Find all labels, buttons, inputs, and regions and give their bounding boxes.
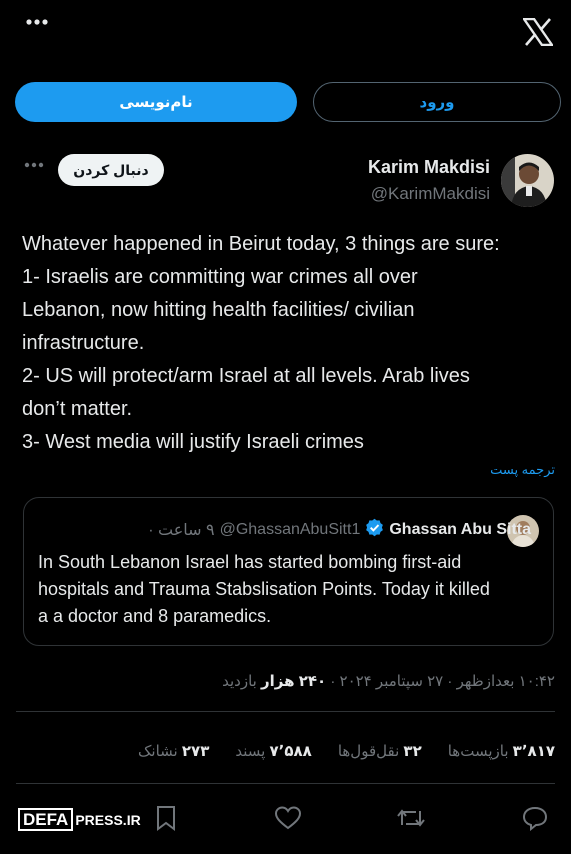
quoted-author-row: Ghassan Abu Sitta @GhassanAbuSitt1 ۹ ساع…	[148, 517, 531, 543]
like-heart-icon[interactable]	[274, 805, 302, 831]
quotes-stat[interactable]: ۳۲ نقل‌قول‌ها	[338, 742, 422, 760]
more-options-icon[interactable]	[26, 18, 48, 26]
quoted-line: hospitals and Trauma Stabslisation Point…	[38, 579, 490, 599]
divider	[16, 783, 555, 784]
x-logo-icon[interactable]	[523, 18, 553, 46]
quoted-author-name[interactable]: Ghassan Abu Sitta	[389, 521, 531, 539]
signup-button[interactable]: نام‌نویسی	[15, 82, 297, 122]
quoted-line: a a doctor and 8 paramedics.	[38, 606, 272, 626]
follow-button[interactable]: دنبال کردن	[58, 154, 164, 186]
quoted-timestamp[interactable]: ۹ ساعت ·	[148, 520, 214, 540]
reply-icon[interactable]	[522, 805, 548, 831]
bookmarks-stat[interactable]: ۲۷۳ نشانک	[138, 742, 209, 760]
views-label: بازدید	[222, 673, 257, 690]
author-handle[interactable]: @KarimMakdisi	[371, 184, 490, 204]
tweet-time[interactable]: ۱۰:۴۲ بعدازظهر	[457, 673, 555, 690]
verified-badge-icon	[365, 518, 384, 542]
likes-stat[interactable]: ۷٬۵۸۸ پسند	[235, 742, 311, 760]
watermark-text: PRESS.IR	[75, 811, 141, 828]
tweet-line: 2- US will protect/arm Israel at all lev…	[22, 365, 470, 387]
divider	[16, 711, 555, 712]
tweet-line: 3- West media will justify Israeli crime…	[22, 431, 364, 453]
author-name[interactable]: Karim Makdisi	[368, 157, 490, 178]
more-options-icon[interactable]	[24, 162, 44, 168]
repost-icon[interactable]	[397, 805, 425, 831]
views-count: ۲۴۰ هزار	[261, 673, 327, 690]
bookmark-icon[interactable]	[155, 805, 177, 831]
tweet-line: Lebanon, now hitting health facilities/ …	[22, 299, 415, 321]
tweet-metadata: ۱۰:۴۲ بعدازظهر · ۲۷ سپتامبر ۲۰۲۴ · ۲۴۰ ه…	[222, 673, 555, 690]
watermark-logo: DEFA	[18, 808, 74, 831]
quoted-author-handle[interactable]: @GhassanAbuSitt1	[220, 521, 361, 539]
tweet-line: infrastructure.	[22, 332, 145, 354]
tweet-text: Whatever happened in Beirut today, 3 thi…	[22, 228, 557, 459]
reposts-stat[interactable]: ۳٬۸۱۷ بازپست‌ها	[448, 742, 555, 760]
tweet-line: Whatever happened in Beirut today, 3 thi…	[22, 233, 500, 255]
watermark: DEFA PRESS.IR	[18, 808, 141, 831]
login-button[interactable]: ورود	[313, 82, 561, 122]
quoted-tweet-text: In South Lebanon Israel has started bomb…	[38, 549, 543, 630]
translate-post-link[interactable]: ترجمه پست	[490, 462, 555, 478]
tweet-date[interactable]: ۲۷ سپتامبر ۲۰۲۴	[340, 673, 444, 690]
engagement-stats: ۳٬۸۱۷ بازپست‌ها ۳۲ نقل‌قول‌ها ۷٬۵۸۸ پسند…	[138, 742, 555, 760]
author-avatar[interactable]	[501, 154, 554, 207]
quoted-line: In South Lebanon Israel has started bomb…	[38, 552, 462, 572]
tweet-line: 1- Israelis are committing war crimes al…	[22, 266, 418, 288]
tweet-line: don’t matter.	[22, 398, 133, 420]
